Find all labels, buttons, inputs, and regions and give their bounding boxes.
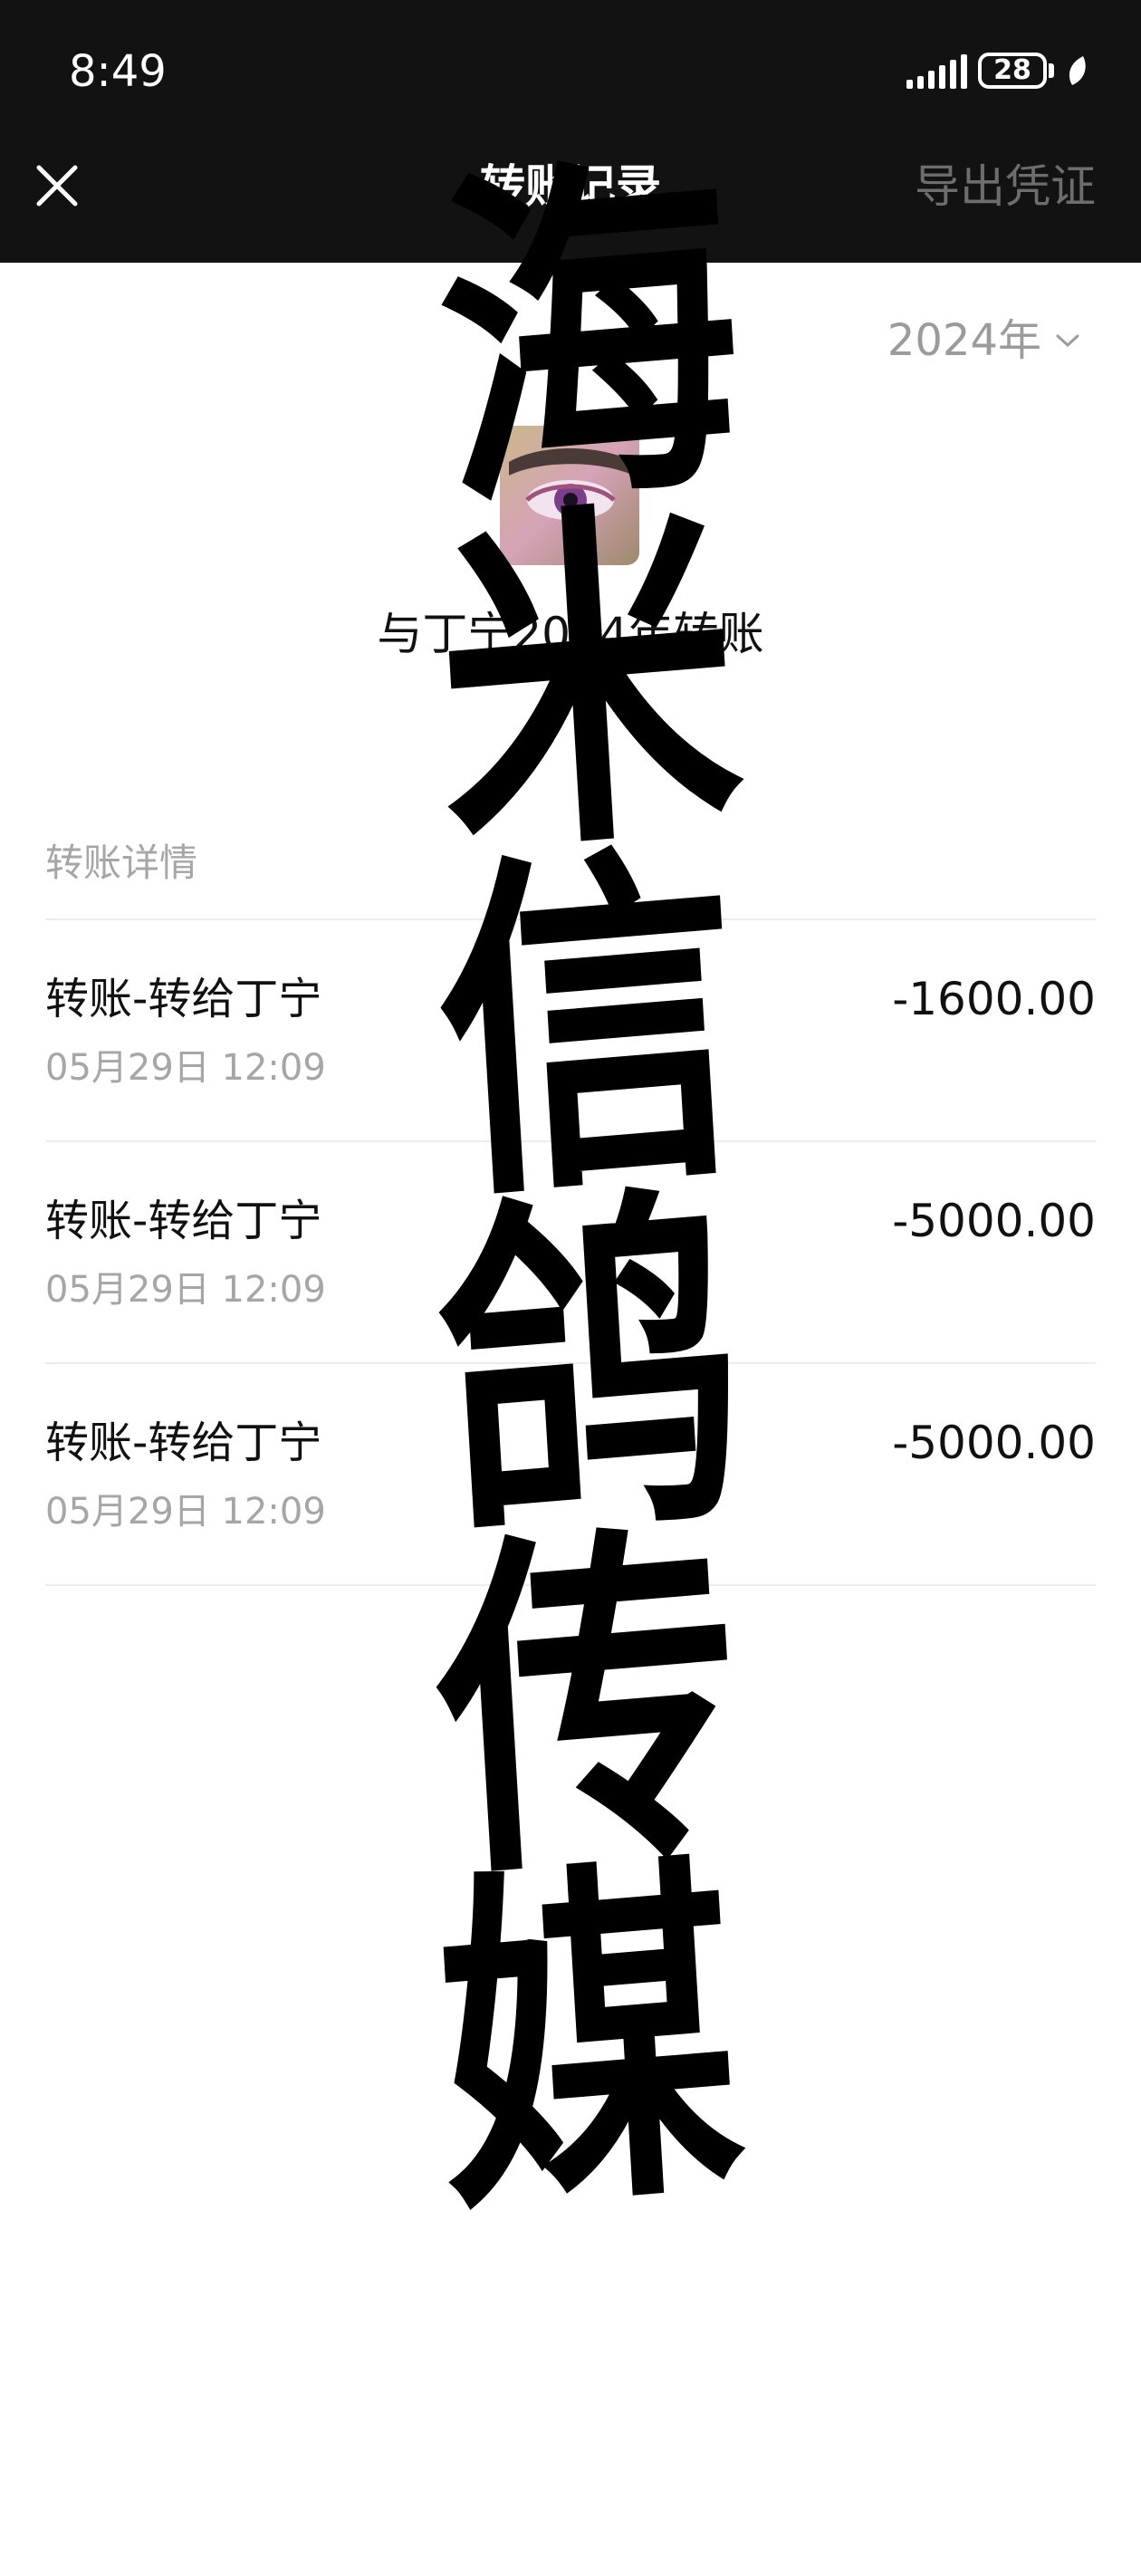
transaction-time: 05月29日 12:09 bbox=[45, 1269, 326, 1311]
transaction-amount: -5000.00 bbox=[892, 1417, 1096, 1469]
transaction-row[interactable]: 转账-转给丁宁 05月29日 12:09 -5000.00 bbox=[45, 1364, 1096, 1584]
transaction-amount: -1600.00 bbox=[892, 973, 1096, 1025]
close-icon bbox=[36, 165, 78, 207]
chevron-down-icon bbox=[1056, 334, 1079, 348]
transaction-title: 转账-转给丁宁 bbox=[45, 1196, 322, 1246]
transaction-amount: -5000.00 bbox=[892, 1195, 1096, 1247]
divider bbox=[45, 1584, 1096, 1586]
battery-level: 28 bbox=[993, 54, 1031, 86]
year-label: 2024年 bbox=[887, 315, 1041, 366]
year-selector[interactable]: 2024年 bbox=[887, 313, 1081, 368]
status-icons: 28 bbox=[906, 45, 1088, 96]
summary-title: 与丁宁2024年转账 bbox=[377, 608, 764, 660]
leaf-icon bbox=[1065, 54, 1088, 87]
transaction-list: 转账-转给丁宁 05月29日 12:09 -1600.00 转账-转给丁宁 05… bbox=[45, 918, 1096, 1586]
close-button[interactable] bbox=[25, 154, 89, 217]
transaction-row[interactable]: 转账-转给丁宁 05月29日 12:09 -5000.00 bbox=[45, 1142, 1096, 1362]
transaction-time: 05月29日 12:09 bbox=[45, 1491, 326, 1533]
transaction-time: 05月29日 12:09 bbox=[45, 1047, 326, 1089]
top-bar: 8:49 28 转账记录 导出凭证 bbox=[0, 0, 1141, 263]
transaction-title: 转账-转给丁宁 bbox=[45, 974, 322, 1024]
transaction-row[interactable]: 转账-转给丁宁 05月29日 12:09 -1600.00 bbox=[45, 920, 1096, 1140]
transaction-title: 转账-转给丁宁 bbox=[45, 1418, 322, 1468]
avatar[interactable] bbox=[500, 426, 639, 565]
status-time: 8:49 bbox=[69, 46, 167, 97]
section-label: 转账详情 bbox=[45, 841, 198, 885]
page-title: 转账记录 bbox=[480, 160, 661, 213]
battery-icon: 28 bbox=[978, 53, 1047, 89]
signal-icon bbox=[906, 53, 967, 89]
battery-cap bbox=[1049, 63, 1054, 78]
export-voucher-link[interactable]: 导出凭证 bbox=[915, 159, 1096, 214]
watermark-char: 媒 bbox=[427, 1824, 751, 2261]
